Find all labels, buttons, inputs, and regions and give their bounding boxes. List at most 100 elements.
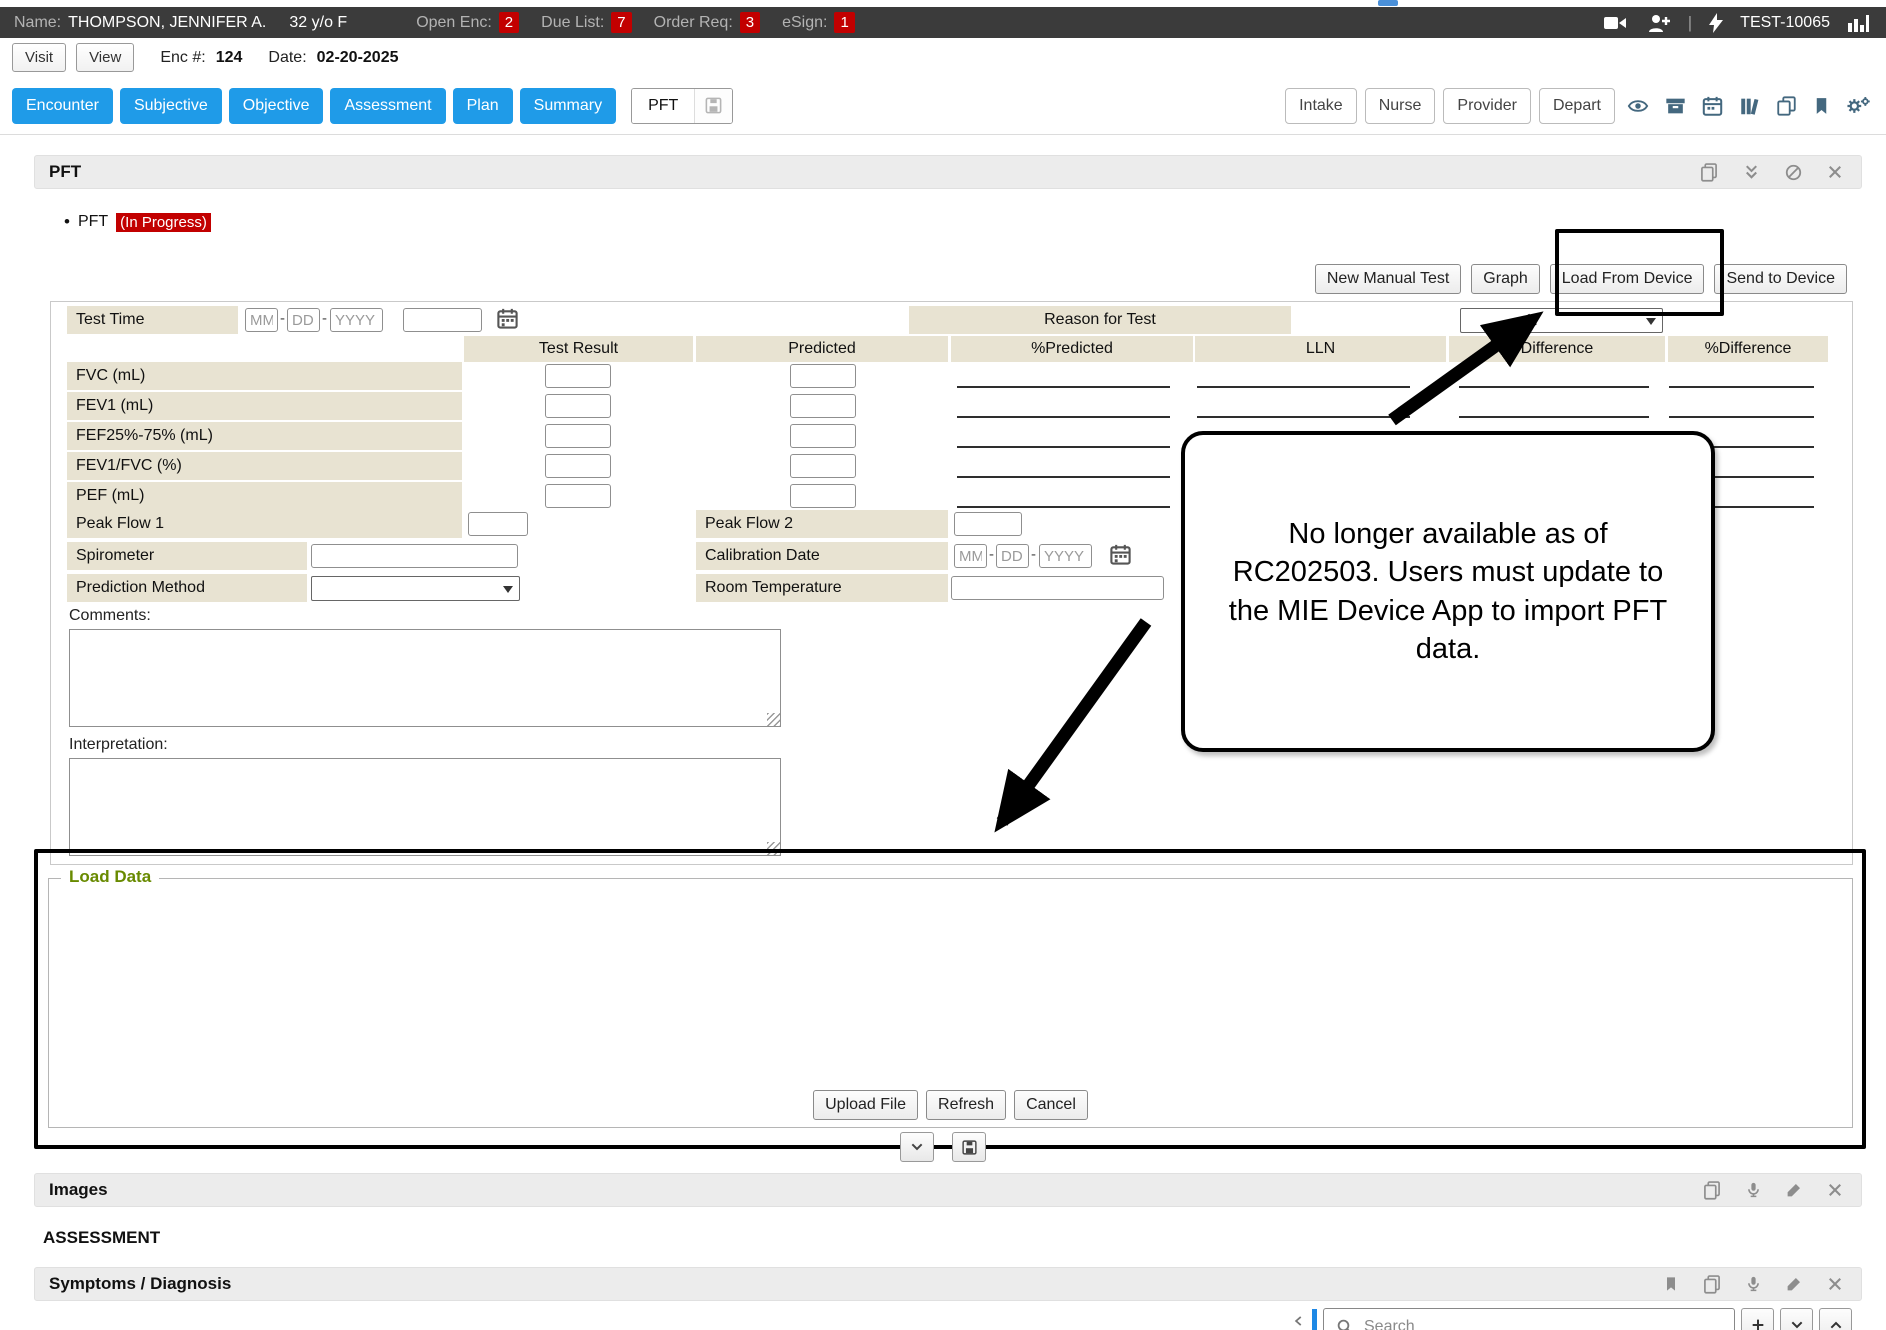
intake-button[interactable]: Intake [1285, 88, 1357, 124]
pft-status-item[interactable]: • PFT (In Progress) [64, 212, 211, 232]
depart-button[interactable]: Depart [1539, 88, 1615, 124]
order-req-counter[interactable]: Order Req: 3 [654, 12, 760, 33]
close-icon[interactable] [1823, 1273, 1847, 1295]
fvc-predicted-input[interactable] [790, 364, 856, 388]
date-dash: - [989, 546, 994, 563]
chevron-left-icon[interactable] [1292, 1312, 1306, 1330]
tab-summary[interactable]: Summary [520, 88, 616, 124]
edit-pencil-icon[interactable] [1782, 1273, 1806, 1295]
tab-pft-active[interactable]: PFT [632, 89, 694, 123]
fef-test-result-input[interactable] [545, 424, 611, 448]
calibration-dd-input[interactable] [996, 544, 1029, 568]
esign-badge[interactable]: 1 [834, 12, 854, 33]
pft-tab-group: PFT [631, 88, 733, 124]
fef-predicted-input[interactable] [790, 424, 856, 448]
esign-counter[interactable]: eSign: 1 [782, 12, 855, 33]
expand-down-button[interactable] [1780, 1308, 1813, 1330]
view-button[interactable]: View [76, 43, 134, 72]
room-temperature-input[interactable] [951, 576, 1164, 600]
print-chart-icon[interactable] [1696, 160, 1722, 184]
interpretation-textarea[interactable] [69, 758, 781, 856]
spirometer-input[interactable] [311, 544, 518, 568]
calendar-icon[interactable] [1698, 93, 1727, 119]
nurse-button[interactable]: Nurse [1365, 88, 1436, 124]
fev1-fvc-predicted-input[interactable] [790, 454, 856, 478]
reason-for-test-select[interactable] [1460, 308, 1663, 333]
books-icon[interactable] [1735, 93, 1764, 119]
bookmark-icon[interactable] [1809, 93, 1834, 119]
peak-flow-2-label: Peak Flow 2 [696, 510, 948, 538]
test-time-mm-input[interactable] [245, 308, 278, 332]
save-tab-icon[interactable] [694, 89, 732, 123]
collapse-up-button[interactable] [1819, 1308, 1852, 1330]
test-time-yyyy-input[interactable] [330, 308, 383, 332]
gears-icon[interactable] [1842, 93, 1874, 119]
system-id: TEST-10065 [1740, 14, 1830, 32]
collapse-double-chevron-icon[interactable] [1739, 161, 1764, 184]
peak-flow-2-input[interactable] [954, 512, 1022, 536]
add-user-icon[interactable] [1644, 11, 1674, 35]
diagnosis-search-input[interactable] [1364, 1318, 1725, 1330]
pef-test-result-input[interactable] [545, 484, 611, 508]
refresh-button[interactable]: Refresh [926, 1090, 1006, 1120]
test-time-time-input[interactable] [403, 308, 482, 332]
comments-textarea[interactable] [69, 629, 781, 727]
fvc-test-result-input[interactable] [545, 364, 611, 388]
bookmark-icon[interactable] [1660, 1273, 1682, 1295]
fev1-fvc-test-result-input[interactable] [545, 454, 611, 478]
copy-icon[interactable] [1772, 93, 1801, 119]
test-time-calendar-icon[interactable] [496, 307, 519, 330]
peak-flow-1-label: Peak Flow 1 [67, 510, 462, 538]
microphone-icon[interactable] [1742, 1272, 1765, 1296]
cancel-button[interactable]: Cancel [1014, 1090, 1088, 1120]
bar-chart-icon[interactable] [1844, 11, 1872, 35]
edit-pencil-icon[interactable] [1782, 1179, 1806, 1201]
pef-predicted-input[interactable] [790, 484, 856, 508]
calibration-calendar-icon[interactable] [1109, 543, 1132, 566]
close-icon[interactable] [1823, 161, 1847, 183]
calibration-yyyy-input[interactable] [1039, 544, 1092, 568]
visit-button[interactable]: Visit [12, 43, 66, 72]
add-diagnosis-button[interactable] [1741, 1308, 1774, 1330]
test-time-dd-input[interactable] [287, 308, 320, 332]
open-enc-badge[interactable]: 2 [499, 12, 519, 33]
print-chart-icon[interactable] [1699, 1178, 1725, 1202]
save-section-button[interactable] [952, 1132, 986, 1162]
microphone-icon[interactable] [1742, 1178, 1765, 1202]
fvc-difference-line [1459, 386, 1649, 388]
pef-pct-predicted-line [957, 506, 1170, 508]
fev1-test-result-input[interactable] [545, 394, 611, 418]
close-icon[interactable] [1823, 1179, 1847, 1201]
tab-encounter[interactable]: Encounter [12, 88, 113, 124]
eye-icon[interactable] [1623, 93, 1653, 119]
due-list-counter[interactable]: Due List: 7 [541, 12, 631, 33]
provider-button[interactable]: Provider [1443, 88, 1531, 124]
fev1-predicted-input[interactable] [790, 394, 856, 418]
prediction-method-select[interactable] [311, 576, 520, 601]
send-to-device-button[interactable]: Send to Device [1714, 264, 1847, 294]
tab-subjective[interactable]: Subjective [120, 88, 222, 124]
print-chart-icon[interactable] [1699, 1272, 1725, 1296]
due-list-badge[interactable]: 7 [611, 12, 631, 33]
archive-icon[interactable] [1661, 93, 1690, 119]
bullet-dot: • [64, 212, 70, 232]
tab-assessment[interactable]: Assessment [330, 88, 445, 124]
order-req-badge[interactable]: 3 [740, 12, 760, 33]
graph-button[interactable]: Graph [1471, 264, 1539, 294]
expand-chevron-button[interactable] [900, 1132, 934, 1162]
disable-circle-slash-icon[interactable] [1781, 161, 1806, 184]
tab-plan[interactable]: Plan [453, 88, 513, 124]
open-enc-counter[interactable]: Open Enc: 2 [416, 12, 519, 33]
col-lln: LLN [1195, 336, 1446, 362]
video-camera-icon[interactable] [1600, 12, 1630, 34]
calibration-mm-input[interactable] [954, 544, 987, 568]
col-pct-difference: %Difference [1668, 336, 1828, 362]
tab-objective[interactable]: Objective [229, 88, 324, 124]
row-label-pef: PEF (mL) [67, 482, 462, 510]
peak-flow-1-input[interactable] [468, 512, 528, 536]
load-data-legend: Load Data [61, 867, 159, 887]
load-from-device-button[interactable]: Load From Device [1550, 264, 1705, 294]
name-label: Name: [14, 14, 61, 32]
upload-file-button[interactable]: Upload File [813, 1090, 918, 1120]
new-manual-test-button[interactable]: New Manual Test [1315, 264, 1461, 294]
